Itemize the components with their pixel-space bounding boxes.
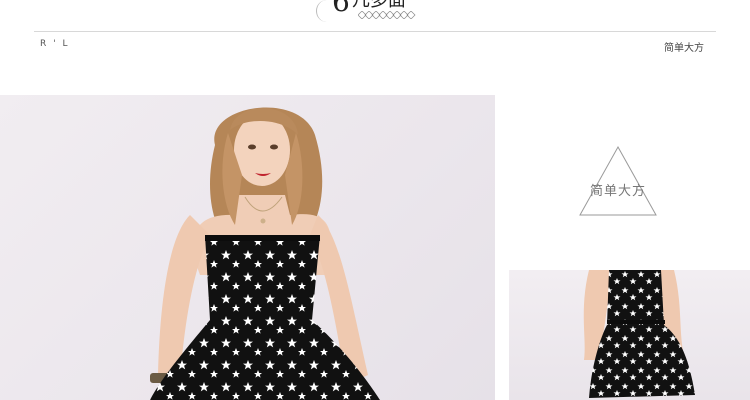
side-product-photo [509, 270, 750, 400]
header-tagline: 简单大方 [664, 43, 704, 54]
badge-label: 简单大方 [589, 184, 646, 199]
model-illustration [150, 107, 380, 400]
main-product-photo [0, 95, 495, 400]
section-header: 6 几多面 [316, 0, 416, 24]
brand-mark: R ' L [40, 39, 70, 49]
diamond-pattern-decoration [358, 11, 416, 19]
header-divider [34, 31, 716, 32]
romper-illustration [583, 270, 695, 398]
header-arc-decoration [316, 0, 337, 22]
